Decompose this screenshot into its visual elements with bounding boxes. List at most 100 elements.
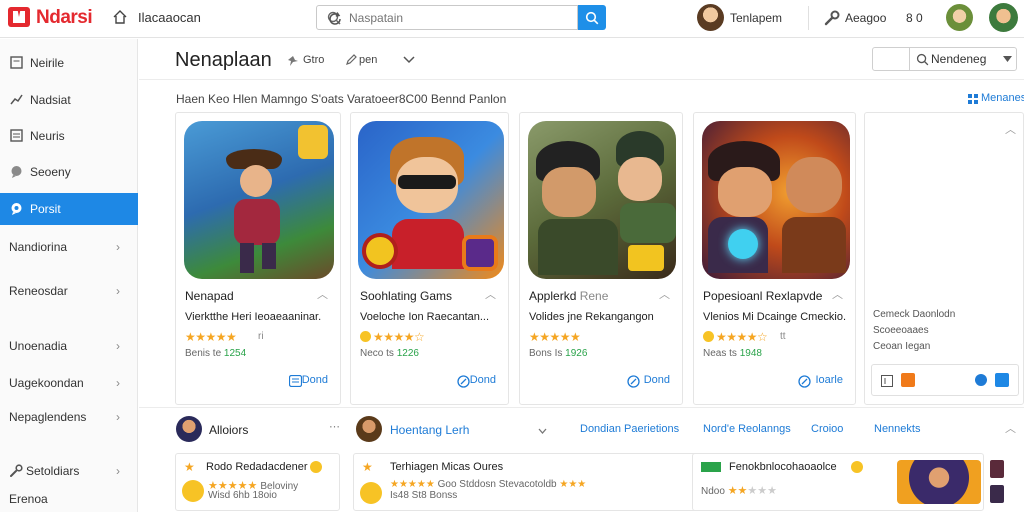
top-counter[interactable]: 8 0 (906, 11, 923, 25)
avatar[interactable] (946, 4, 973, 31)
toolbar-label[interactable]: pen (359, 54, 377, 66)
thumbnail-image[interactable] (990, 485, 1004, 503)
square-icon (10, 56, 23, 69)
sidebar-item-category[interactable]: Unoenadia › (0, 330, 138, 362)
chevron-up-icon[interactable]: ︿ (1005, 121, 1016, 137)
window-icon[interactable] (881, 375, 893, 387)
emoji-icon (182, 480, 204, 502)
wrench-icon[interactable] (824, 10, 840, 26)
list-item-title[interactable]: Fenokbnlocohaoaolce (729, 461, 837, 473)
search-button[interactable] (578, 5, 606, 30)
sidebar-item-label: Neirile (30, 56, 65, 70)
sidebar-item-category[interactable]: Uagekoondan › (0, 367, 138, 399)
sidebar-item-discover[interactable]: Seoeny (0, 156, 138, 188)
chevron-up-icon[interactable]: ︿ (1005, 420, 1016, 436)
app-meta: Neco ts 1226 (360, 348, 419, 359)
avatar[interactable] (989, 3, 1018, 32)
app-card[interactable]: Soohlating Gams ︿ Voeloche Ion Raecantan… (350, 112, 509, 405)
app-card[interactable]: Nenapad ︿ Vierktthe Heri Ieoaeaaninar. ★… (175, 112, 341, 405)
sidebar-item-label: Reneosdar (9, 284, 68, 298)
app-icon-image[interactable] (358, 121, 504, 279)
logo-icon (8, 7, 30, 27)
app-card[interactable]: Applerkd Rene ︿ Volides jne Rekangangon … (519, 112, 683, 405)
sidebar-item-active[interactable]: Porsit (0, 193, 138, 225)
sidebar-item-category[interactable]: Nandiorina › (0, 231, 138, 263)
divider (139, 79, 1024, 80)
top-nav-link[interactable]: Ilacaaocan (138, 10, 201, 25)
sidebar-item-category[interactable]: Erenoa (0, 483, 138, 515)
list-item-title[interactable]: Rodo Redadacdener (206, 461, 308, 473)
panel-text: Scoeeoaaes (873, 325, 929, 336)
chevron-up-icon[interactable]: ︿ (659, 286, 670, 302)
pin-icon[interactable] (287, 55, 299, 67)
get-button[interactable]: Dond (644, 374, 670, 386)
chevron-right-icon: › (116, 376, 120, 390)
refresh-icon[interactable] (327, 11, 343, 27)
top-action-label[interactable]: Aeagoo (845, 11, 886, 25)
sort-selected-value: Nendeneg (931, 52, 987, 66)
sidebar: Neirile Nadsiat Neuris Seoeny Porsit Nan… (0, 39, 138, 512)
divider (139, 407, 1024, 408)
section-link[interactable]: Dondian Paerietions (580, 423, 679, 435)
edit-icon[interactable] (345, 54, 357, 66)
app-icon-image[interactable] (184, 121, 334, 279)
rating-count: tt (780, 331, 786, 342)
sidebar-item-trending[interactable]: Nadsiat (0, 84, 138, 116)
link-icon (798, 375, 811, 388)
avatar[interactable] (176, 416, 202, 442)
rating-stars: ★★★★★ (185, 330, 237, 344)
home-icon[interactable] (112, 9, 128, 25)
sidebar-item-category[interactable]: Reneosdar › (0, 275, 138, 307)
get-button[interactable]: Dond (302, 374, 328, 386)
sidebar-item-label: Nadsiat (30, 93, 71, 107)
get-button[interactable]: Ioarle (815, 374, 843, 386)
more-icon[interactable]: ⋯ (329, 420, 340, 433)
section-link[interactable]: Nord'e Reolanngs (703, 423, 791, 435)
sidebar-item-news[interactable]: Neuris (0, 120, 138, 152)
app-name[interactable]: Applerkd Rene (529, 289, 608, 303)
chevron-down-icon[interactable] (538, 428, 547, 434)
app-icon-image[interactable] (528, 121, 676, 279)
download-icon (289, 375, 302, 387)
logo-text[interactable]: Ndarsi (36, 7, 93, 29)
game-thumbnail-image[interactable] (897, 460, 981, 504)
link-icon (627, 375, 640, 388)
list-item[interactable]: ★ Rodo Redadacdener ★★★★★ Beloviny Wisd … (175, 453, 340, 511)
avatar[interactable] (356, 416, 382, 442)
app-name[interactable]: Nenapad (185, 289, 234, 303)
search-icon (916, 53, 929, 66)
chevron-up-icon[interactable]: ︿ (832, 286, 843, 302)
app-icon-image[interactable] (702, 121, 850, 279)
user-name[interactable]: Tenlapem (730, 11, 782, 25)
app-name[interactable]: Popesioanl Rexlapvde (703, 289, 822, 303)
toolbar-label[interactable]: Gtro (303, 54, 324, 66)
sidebar-item-category[interactable]: Nepaglendens › (0, 401, 138, 433)
section-link[interactable]: Nennekts (874, 423, 920, 435)
see-all-link[interactable]: Menanes (981, 92, 1024, 104)
list-item[interactable]: Fenokbnlocohaoaolce Ndoo ★★★★★ (692, 453, 984, 511)
thumbnail-image[interactable] (990, 460, 1004, 478)
app-card[interactable]: Popesioanl Rexlapvde ︿ Vlenios Mi Dcaing… (693, 112, 856, 405)
chevron-down-icon[interactable] (403, 56, 415, 64)
get-button[interactable]: Dond (470, 374, 496, 386)
list-item-meta: Wisd 6hb 18oio (208, 490, 277, 501)
sidebar-item-label: Seoeny (30, 165, 71, 179)
share-icon[interactable] (995, 373, 1009, 387)
chevron-up-icon[interactable]: ︿ (317, 286, 328, 302)
chat-icon[interactable] (975, 374, 987, 386)
play-icon[interactable] (901, 373, 915, 387)
section-title[interactable]: Hoentang Lerh (390, 423, 469, 437)
search-input[interactable] (349, 9, 549, 27)
app-description: Volides jne Rekangangon (529, 311, 654, 323)
sidebar-item-label: Uagekoondan (9, 376, 84, 390)
sidebar-item-label: Nepaglendens (9, 410, 87, 424)
list-item-title[interactable]: Terhiagen Micas Oures (390, 461, 503, 473)
avatar[interactable] (697, 4, 724, 31)
sidebar-item-home[interactable]: Neirile (0, 47, 138, 79)
panel-text: Ceoan Iegan (873, 341, 931, 352)
search-box[interactable] (316, 5, 578, 30)
app-name[interactable]: Soohlating Gams (360, 289, 452, 303)
chevron-up-icon[interactable]: ︿ (485, 286, 496, 302)
wrench-icon (10, 464, 23, 477)
section-link[interactable]: Croioo (811, 423, 843, 435)
